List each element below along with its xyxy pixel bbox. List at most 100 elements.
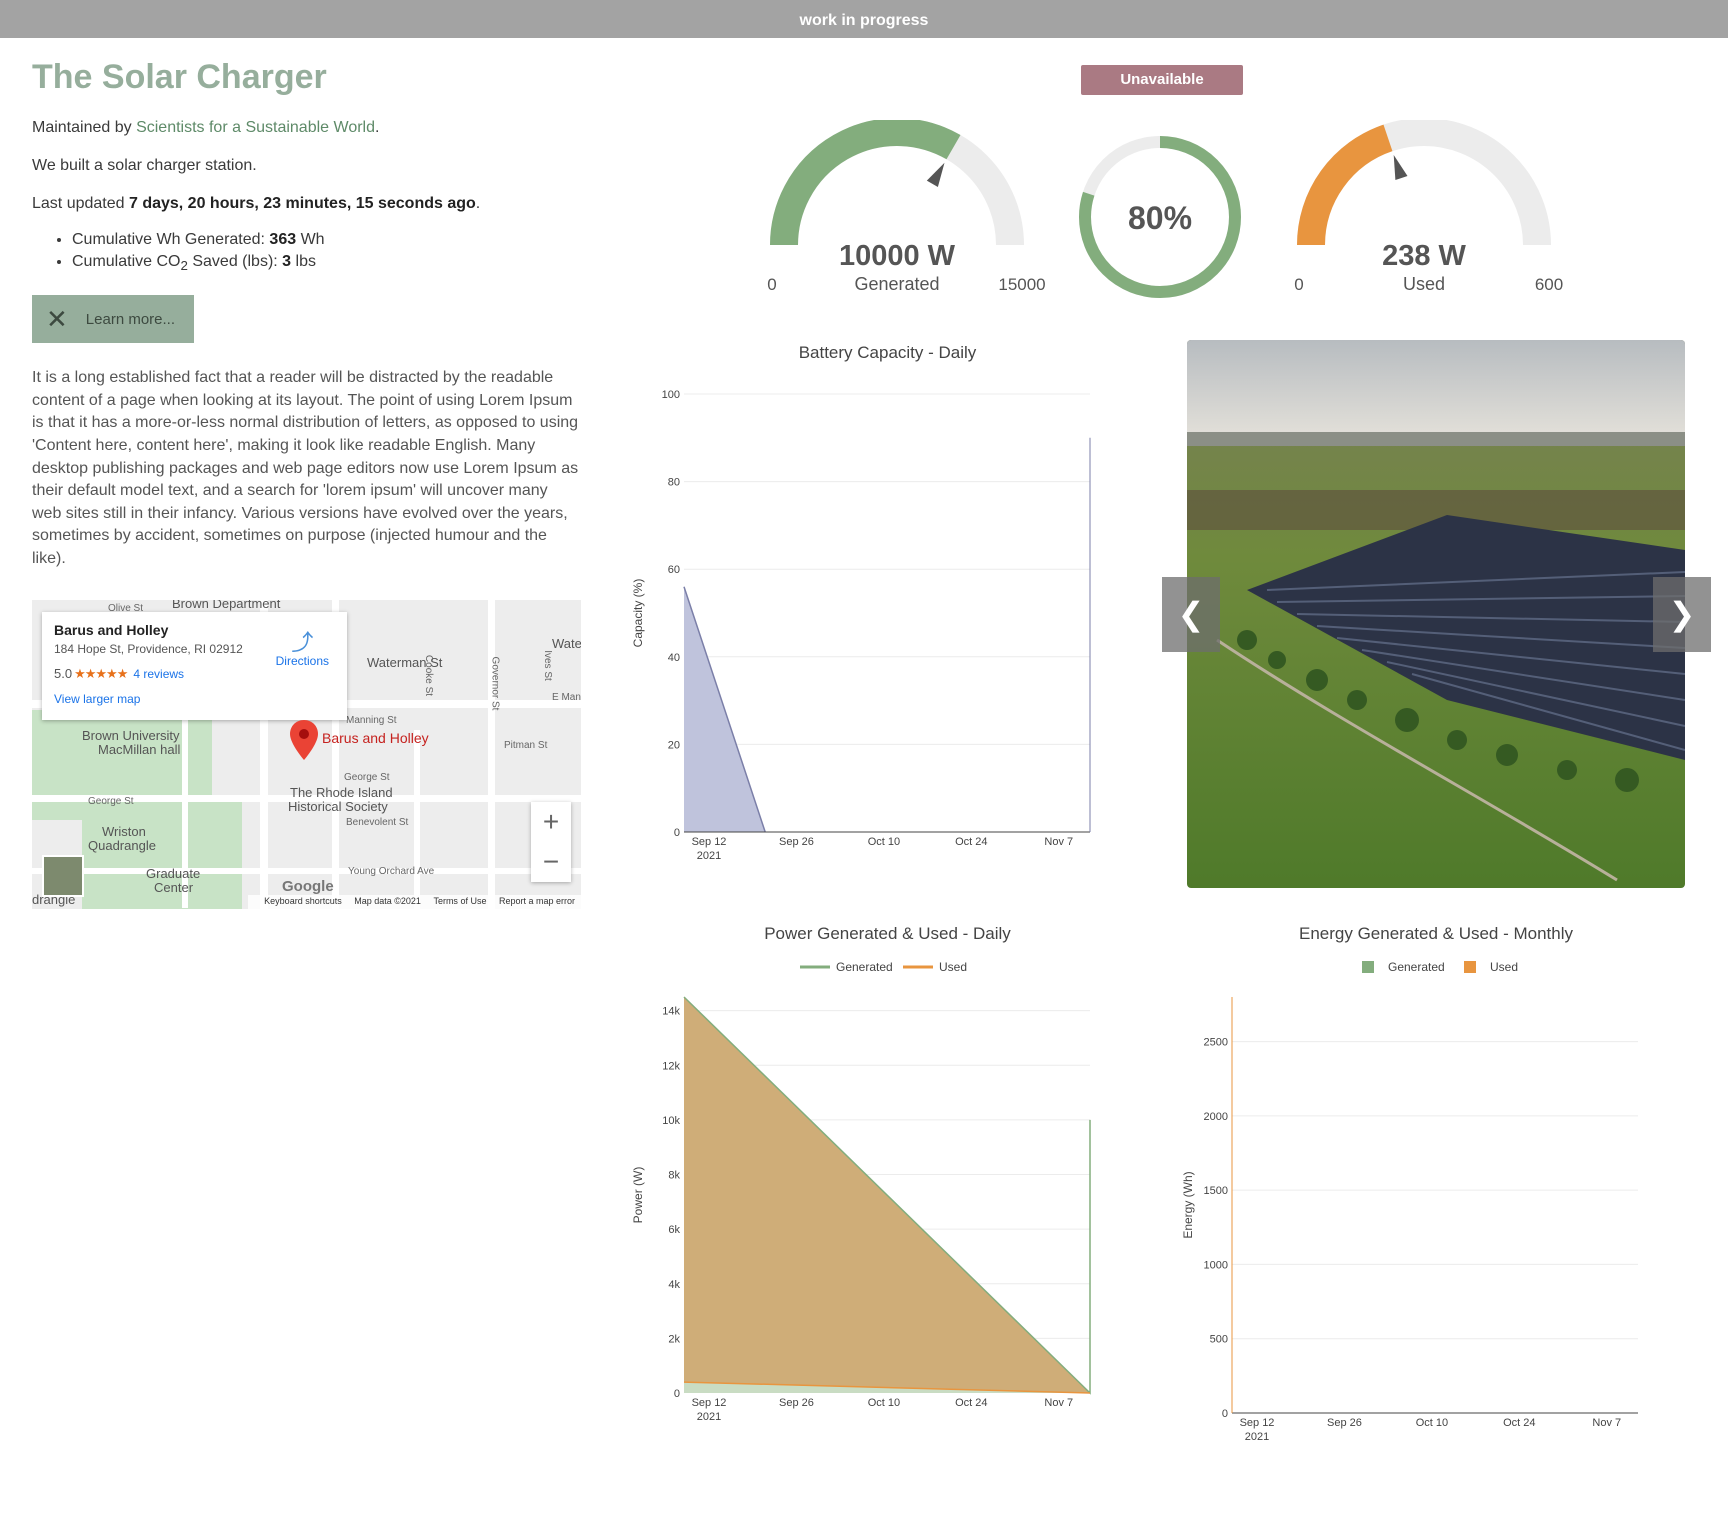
map-label: Brown Department <box>172 600 281 611</box>
stat-wh-unit: Wh <box>296 231 325 248</box>
y-tick-label: 2000 <box>1204 1111 1228 1123</box>
battery-capacity-chart[interactable]: 0 20 40 60 80 100 Sep 12 2021 Sep 26 Oct 10 Oct 24… <box>620 380 1100 870</box>
x-tick-label: Sep 26 <box>779 836 814 848</box>
place-card: Barus and Holley 184 Hope St, Providence… <box>42 612 347 720</box>
battery-gauge: 80% <box>1079 136 1241 298</box>
y-tick-label: 14k <box>662 1006 680 1018</box>
x-tick-label: Sep 12 <box>692 836 727 848</box>
status-badge: Unavailable <box>1081 65 1243 95</box>
page-title: The Solar Charger <box>32 58 327 96</box>
y-tick-label: 20 <box>668 739 680 751</box>
map-data-text: Map data ©2021 <box>354 896 421 906</box>
stat-co2-unit: lbs <box>291 253 316 270</box>
pin-label: Barus and Holley <box>322 730 429 746</box>
x-tick-label: Oct 24 <box>1503 1417 1535 1429</box>
learn-more-label: Learn more... <box>85 310 176 328</box>
map-pin-icon[interactable] <box>290 720 318 760</box>
x-tick-label: Oct 24 <box>955 1397 987 1409</box>
map-label: Center <box>154 880 194 895</box>
report-error-link[interactable]: Report a map error <box>499 896 575 906</box>
map-road <box>488 600 495 909</box>
gauge-needle-icon <box>1393 154 1408 181</box>
map-label: Governor St <box>489 656 501 711</box>
gauge-needle-icon <box>926 162 945 187</box>
x-tick-label: Sep 12 <box>692 1397 727 1409</box>
x-tick-label: Sep 12 <box>1240 1417 1275 1429</box>
satellite-toggle[interactable] <box>42 855 84 897</box>
maintainer-prefix: Maintained by <box>32 119 137 136</box>
carousel-next-button[interactable]: ❯ <box>1653 577 1711 652</box>
terms-link[interactable]: Terms of Use <box>433 896 486 906</box>
legend-label: Used <box>1490 960 1518 974</box>
y-tick-label: 12k <box>662 1060 680 1072</box>
energy-chart-title: Energy Generated & Used - Monthly <box>1298 924 1574 943</box>
x-tick-label: Sep 26 <box>779 1397 814 1409</box>
directions-icon: ⤴ <box>291 630 314 655</box>
legend-label: Generated <box>1388 960 1445 974</box>
gauge-max: 600 <box>1535 275 1563 294</box>
y-tick-label: 2k <box>668 1333 680 1345</box>
y-axis-label: Power (W) <box>631 1167 645 1224</box>
zoom-in-button[interactable]: + <box>531 802 571 842</box>
intro-panel: The Solar Charger Maintained by Scientis… <box>32 58 584 571</box>
x-tick-sublabel: 2021 <box>697 850 721 862</box>
x-tick-label: Sep 26 <box>1327 1417 1362 1429</box>
stat-co2-label: Cumulative CO <box>72 253 181 270</box>
stat-co2: Cumulative CO2 Saved (lbs): 3 lbs <box>72 251 584 277</box>
y-tick-label: 60 <box>668 564 680 576</box>
gauge-fill <box>770 120 961 246</box>
x-tick-label: Nov 7 <box>1592 1417 1621 1429</box>
generated-gauge: 10000 W Generated 0 15000 <box>767 120 1046 294</box>
gauge-value: 238 W <box>1382 240 1466 272</box>
zoom-control: + − <box>531 802 571 882</box>
wip-banner: work in progress <box>0 0 1728 38</box>
y-tick-label: 80 <box>668 477 680 489</box>
stat-wh-value: 363 <box>269 231 297 248</box>
maintainer-suffix: . <box>375 119 380 136</box>
y-tick-label: 1000 <box>1204 1259 1228 1271</box>
y-tick-label: 100 <box>662 389 680 401</box>
gauge-fill <box>1297 124 1393 246</box>
built-text: We built a solar charger station. <box>32 157 257 174</box>
map-label: George St <box>88 796 134 807</box>
map-label: E Mann <box>552 692 581 703</box>
y-tick-label: 0 <box>674 1388 680 1400</box>
updated-prefix: Last updated <box>32 195 129 212</box>
maintainer-link[interactable]: Scientists for a Sustainable World <box>136 119 375 136</box>
map-label: Manning St <box>346 715 397 726</box>
y-tick-label: 0 <box>674 827 680 839</box>
gauge-value: 10000 W <box>839 240 956 272</box>
stat-wh: Cumulative Wh Generated: 363 Wh <box>72 229 584 251</box>
zoom-out-button[interactable]: − <box>531 842 571 882</box>
map-label: Young Orchard Ave <box>348 866 435 877</box>
map-label: George St <box>344 772 390 783</box>
updated-suffix: . <box>475 195 481 212</box>
keyboard-shortcuts-link[interactable]: Keyboard shortcuts <box>264 896 342 906</box>
updated-value: 7 days, 20 hours, 23 minutes, 15 seconds… <box>128 195 476 212</box>
chevron-right-icon: ❯ <box>1668 596 1696 632</box>
used-gauge: 238 W Used 0 600 <box>1294 120 1563 294</box>
view-larger-map-link[interactable]: View larger map <box>54 692 335 706</box>
y-tick-label: 8k <box>668 1170 680 1182</box>
close-icon: ✕ <box>46 304 68 335</box>
learn-more-button[interactable]: ✕ Learn more... <box>32 295 194 344</box>
legend-swatch <box>1362 961 1374 973</box>
map-label: Quadrangle <box>88 838 156 853</box>
directions-button[interactable]: ⤴ Directions <box>275 630 329 669</box>
stat-co2-value: 3 <box>282 253 292 270</box>
map-label: Graduate <box>146 866 201 881</box>
gauge-label: Used <box>1403 274 1445 294</box>
rating-value: 5.0 <box>54 666 73 681</box>
power-chart[interactable]: 0 2k 4k 6k 8k 10k 12k 14k Sep 12 2021 Sep 26 Oct 10… <box>620 955 1100 1455</box>
embedded-map[interactable]: Waterman St Wate E Mann Brown Department… <box>32 600 581 909</box>
reviews-link[interactable]: 4 reviews <box>133 667 184 681</box>
gauge-max: 15000 <box>998 275 1045 294</box>
map-label: Pitman St <box>504 740 548 751</box>
energy-chart[interactable]: 0 500 1000 1500 2000 2500 Sep 12 2021 Sep 26 Oct … <box>1170 955 1650 1455</box>
directions-label: Directions <box>275 654 329 668</box>
carousel-prev-button[interactable]: ❮ <box>1162 577 1220 652</box>
google-logo: Google <box>282 878 334 895</box>
y-tick-label: 500 <box>1210 1334 1228 1346</box>
map-label: Wate <box>552 636 581 651</box>
y-axis-label: Capacity (%) <box>631 579 645 648</box>
